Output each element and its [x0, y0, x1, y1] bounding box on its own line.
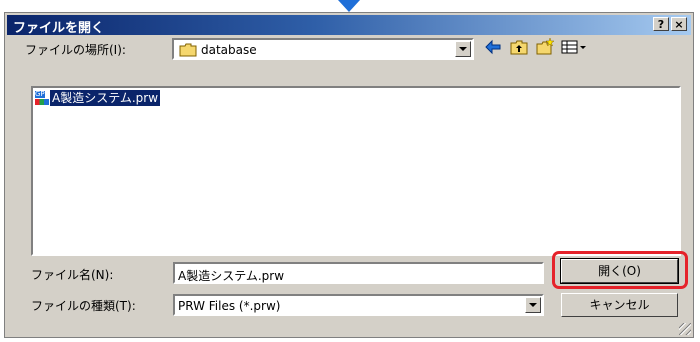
- location-dropdown-arrow[interactable]: [455, 41, 471, 57]
- location-value: database: [201, 43, 257, 57]
- filetype-select[interactable]: PRW Files (*.prw): [173, 294, 544, 316]
- view-menu-button[interactable]: [560, 37, 588, 57]
- filename-input[interactable]: A製造システム.prw: [173, 262, 544, 284]
- filetype-label: ファイルの種類(T):: [31, 299, 136, 313]
- new-folder-icon: [536, 37, 555, 55]
- file-name: A製造システム.prw: [50, 90, 161, 106]
- filetype-value: PRW Files (*.prw): [178, 299, 281, 313]
- file-list[interactable]: GP A製造システム.prw: [31, 86, 681, 256]
- folder-icon: [179, 43, 197, 57]
- folder-up-icon: [510, 40, 528, 55]
- filename-label: ファイル名(N):: [31, 268, 114, 282]
- filetype-dropdown-arrow[interactable]: [525, 297, 541, 313]
- view-menu-icon: [561, 40, 586, 54]
- location-label: ファイルの場所(I):: [25, 43, 126, 57]
- resize-grip[interactable]: [679, 323, 691, 335]
- cancel-button[interactable]: キャンセル: [561, 293, 678, 317]
- back-button[interactable]: [483, 37, 503, 57]
- location-combo[interactable]: database: [172, 38, 474, 60]
- up-folder-button[interactable]: [509, 37, 529, 57]
- new-folder-button[interactable]: [535, 37, 555, 57]
- open-file-dialog: ファイルを開く ? × ファイルの場所(I): database GP A製造シ…: [4, 12, 694, 338]
- title-bar: ファイルを開く ? ×: [7, 15, 691, 36]
- help-button[interactable]: ?: [653, 17, 669, 31]
- prw-file-icon: GP: [35, 91, 49, 105]
- arrow-left-icon: [485, 39, 501, 55]
- pointer-arrow-icon: [338, 0, 360, 12]
- list-item[interactable]: GP A製造システム.prw: [35, 90, 161, 106]
- dialog-title: ファイルを開く: [13, 21, 105, 36]
- highlight-box: [552, 251, 688, 289]
- close-button[interactable]: ×: [671, 17, 687, 31]
